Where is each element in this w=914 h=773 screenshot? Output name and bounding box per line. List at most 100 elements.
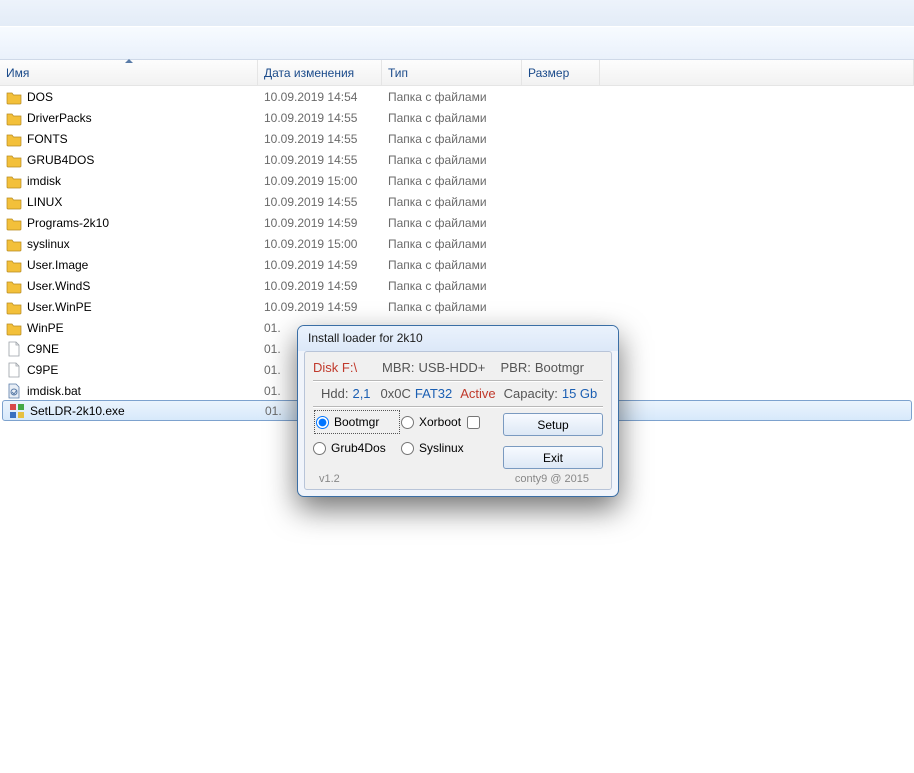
pbr-label: PBR:	[501, 360, 531, 375]
file-row[interactable]: User.WindS10.09.2019 14:59Папка с файлам…	[0, 275, 914, 296]
file-name: LINUX	[27, 195, 62, 209]
file-type: Папка с файлами	[382, 111, 522, 125]
file-row[interactable]: GRUB4DOS 10.09.2019 14:55Папка с файлами	[0, 149, 914, 170]
loader-options: Bootmgr Xorboot Grub4Dos Syslinux	[313, 409, 489, 471]
header-size[interactable]: Размер	[522, 60, 600, 85]
radio-syslinux[interactable]	[401, 442, 414, 455]
file-row[interactable]: FONTS 10.09.2019 14:55Папка с файлами	[0, 128, 914, 149]
file-type: Папка с файлами	[382, 300, 522, 314]
file-name: User.WindS	[27, 279, 90, 293]
divider-1	[313, 380, 603, 381]
hdd-label: Hdd:	[321, 386, 348, 401]
file-row[interactable]: User.Image10.09.2019 14:59Папка с файлам…	[0, 254, 914, 275]
folder-icon	[6, 173, 22, 189]
credit-label: conty9 @ 2015	[515, 473, 589, 485]
option-grub4dos[interactable]: Grub4Dos	[313, 435, 401, 461]
batch-file-icon	[6, 383, 22, 399]
file-date: 10.09.2019 14:55	[258, 111, 382, 125]
header-date[interactable]: Дата изменения	[258, 60, 382, 85]
radio-bootmgr[interactable]	[316, 416, 329, 429]
file-name: syslinux	[27, 237, 70, 251]
file-date: 10.09.2019 14:59	[258, 216, 382, 230]
info-line-1: Disk F:\ MBR: USB-HDD+ PBR: Bootmgr	[313, 357, 603, 378]
xorboot-checkbox[interactable]	[467, 416, 480, 429]
file-name: Programs-2k10	[27, 216, 109, 230]
mbr-value: USB-HDD+	[419, 360, 497, 375]
file-type: Папка с файлами	[382, 258, 522, 272]
file-type: Папка с файлами	[382, 237, 522, 251]
file-date: 10.09.2019 14:59	[258, 300, 382, 314]
file-name: DOS	[27, 90, 53, 104]
file-type: Папка с файлами	[382, 132, 522, 146]
file-type: Папка с файлами	[382, 90, 522, 104]
file-row[interactable]: syslinux 10.09.2019 15:00Папка с файлами	[0, 233, 914, 254]
folder-icon	[6, 257, 22, 273]
header-spacer	[600, 60, 914, 85]
radio-grub4dos[interactable]	[313, 442, 326, 455]
info-line-2: Hdd: 2,1 0x0C FAT32 Active Capacity: 15 …	[313, 383, 603, 404]
part-status: Active	[460, 386, 495, 401]
window-titlebar	[0, 0, 914, 26]
file-name: User.WinPE	[27, 300, 92, 314]
capacity-value: 15 Gb	[562, 386, 597, 401]
file-date: 10.09.2019 15:00	[258, 174, 382, 188]
folder-icon	[6, 194, 22, 210]
file-type: Папка с файлами	[382, 174, 522, 188]
file-date: 10.09.2019 14:59	[258, 258, 382, 272]
radio-xorboot[interactable]	[401, 416, 414, 429]
file-name: C9NE	[27, 342, 59, 356]
file-name: WinPE	[27, 321, 64, 335]
setup-button[interactable]: Setup	[503, 413, 603, 436]
file-row[interactable]: LINUX 10.09.2019 14:55Папка с файлами	[0, 191, 914, 212]
file-type: Папка с файлами	[382, 195, 522, 209]
install-loader-dialog: Install loader for 2k10 Disk F:\ MBR: US…	[297, 325, 619, 497]
dialog-footer: v1.2 conty9 @ 2015	[313, 471, 603, 485]
option-bootmgr[interactable]: Bootmgr	[313, 409, 401, 435]
divider-2	[313, 406, 603, 407]
file-name: FONTS	[27, 132, 68, 146]
header-name[interactable]: Имя	[0, 60, 258, 85]
file-name: C9PE	[27, 363, 58, 377]
dialog-title: Install loader for 2k10	[298, 326, 618, 351]
file-date: 10.09.2019 14:59	[258, 279, 382, 293]
exit-button[interactable]: Exit	[503, 446, 603, 469]
option-syslinux[interactable]: Syslinux	[401, 435, 489, 461]
folder-icon	[6, 278, 22, 294]
file-row[interactable]: DOS 10.09.2019 14:54Папка с файлами	[0, 86, 914, 107]
file-row[interactable]: DriverPacks 10.09.2019 14:55Папка с файла…	[0, 107, 914, 128]
folder-icon	[6, 320, 22, 336]
folder-icon	[6, 215, 22, 231]
folder-icon	[6, 299, 22, 315]
file-row[interactable]: User.WinPE 10.09.2019 14:59Папка с файлам…	[0, 296, 914, 317]
column-headers: Имя Дата изменения Тип Размер	[0, 60, 914, 86]
fs-type: FAT32	[415, 386, 452, 401]
folder-icon	[6, 110, 22, 126]
file-date: 10.09.2019 14:55	[258, 153, 382, 167]
window-toolbar	[0, 26, 914, 60]
folder-icon	[6, 131, 22, 147]
file-date: 10.09.2019 14:54	[258, 90, 382, 104]
version-label: v1.2	[319, 473, 340, 485]
file-name: imdisk.bat	[27, 384, 81, 398]
folder-icon	[6, 236, 22, 252]
file-date: 10.09.2019 15:00	[258, 237, 382, 251]
hdd-value: 2,1	[352, 386, 370, 401]
file-name: SetLDR-2k10.exe	[30, 404, 125, 418]
folder-icon	[6, 152, 22, 168]
file-name: GRUB4DOS	[27, 153, 94, 167]
folder-icon	[6, 89, 22, 105]
file-type: Папка с файлами	[382, 153, 522, 167]
file-name: DriverPacks	[27, 111, 92, 125]
fs-code: 0x0C	[381, 386, 411, 401]
file-row[interactable]: Programs-2k10 10.09.2019 14:59Папка с фай…	[0, 212, 914, 233]
file-row[interactable]: imdisk 10.09.2019 15:00Папка с файлами	[0, 170, 914, 191]
file-type: Папка с файлами	[382, 216, 522, 230]
exe-icon	[9, 403, 25, 419]
file-date: 10.09.2019 14:55	[258, 132, 382, 146]
file-icon	[6, 341, 22, 357]
file-date: 10.09.2019 14:55	[258, 195, 382, 209]
option-xorboot[interactable]: Xorboot	[401, 409, 489, 435]
file-name: imdisk	[27, 174, 61, 188]
header-type[interactable]: Тип	[382, 60, 522, 85]
dialog-body: Disk F:\ MBR: USB-HDD+ PBR: Bootmgr Hdd:…	[304, 351, 612, 490]
